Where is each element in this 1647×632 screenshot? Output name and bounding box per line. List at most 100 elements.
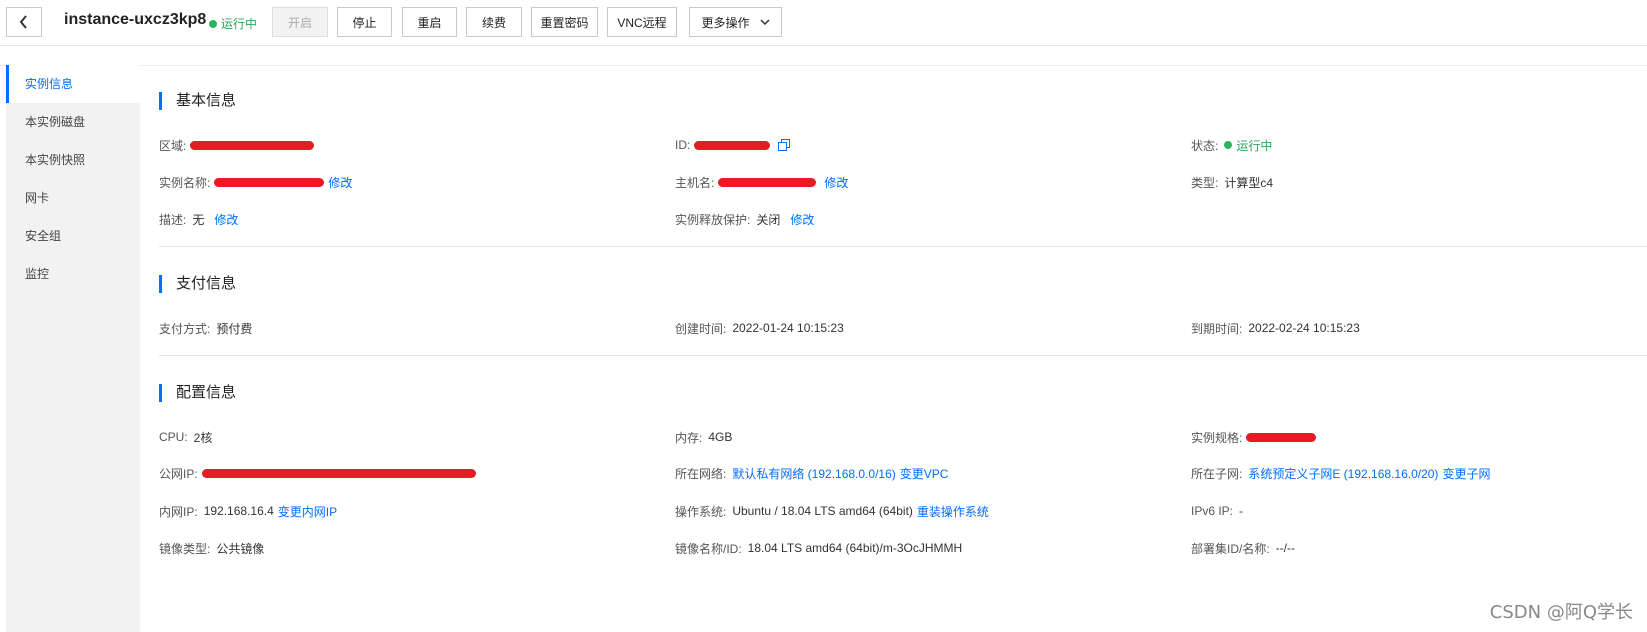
sidebar-item-security-group[interactable]: 安全组 xyxy=(6,217,140,255)
status-text: 运行中 xyxy=(221,17,258,31)
deploy-set-value: --/-- xyxy=(1275,541,1295,555)
subnet-label: 所在子网: xyxy=(1191,466,1243,481)
field-state: 状态: 运行中 xyxy=(1191,136,1272,154)
ipv6-value: - xyxy=(1239,504,1244,518)
deploy-set-label: 部署集ID/名称: xyxy=(1191,541,1270,556)
cpu-label: CPU: xyxy=(159,430,188,444)
section-title-config: 配置信息 xyxy=(159,384,236,402)
network-link[interactable]: 默认私有网络 (192.168.0.0/16) xyxy=(732,465,895,482)
id-label: ID: xyxy=(675,138,691,152)
subnet-link[interactable]: 系统预定义子网E (192.168.16.0/20) xyxy=(1248,465,1438,482)
field-hostname: 主机名: 修改 xyxy=(675,173,848,191)
region-label: 区域: xyxy=(159,138,187,153)
status-dot-icon xyxy=(209,19,217,28)
sidebar-item-nic[interactable]: 网卡 xyxy=(6,179,140,217)
vnc-button[interactable]: VNC远程 xyxy=(607,7,677,37)
edit-release-protection-link[interactable]: 修改 xyxy=(790,211,814,228)
release-protection-label: 实例释放保护: xyxy=(675,212,751,227)
expire-time-label: 到期时间: xyxy=(1191,321,1243,336)
instance-spec-label: 实例规格: xyxy=(1191,430,1243,445)
field-payment-method: 支付方式: 预付费 xyxy=(159,319,252,337)
private-ip-label: 内网IP: xyxy=(159,504,198,519)
field-type: 类型: 计算型c4 xyxy=(1191,173,1273,191)
private-ip-value: 192.168.16.4 xyxy=(203,504,274,518)
hostname-label: 主机名: xyxy=(675,175,715,190)
os-value: Ubuntu / 18.04 LTS amd64 (64bit) xyxy=(732,504,913,518)
image-name-label: 镜像名称/ID: xyxy=(675,541,742,556)
image-type-label: 镜像类型: xyxy=(159,541,211,556)
field-network: 所在网络: 默认私有网络 (192.168.0.0/16) 变更VPC xyxy=(675,464,948,482)
state-text: 运行中 xyxy=(1236,138,1273,153)
chevron-down-icon xyxy=(759,19,770,25)
description-value: 无 xyxy=(192,212,205,227)
cpu-value: 2核 xyxy=(193,430,213,445)
renew-button[interactable]: 续费 xyxy=(466,7,522,37)
reset-password-button[interactable]: 重置密码 xyxy=(531,7,598,37)
field-description: 描述: 无 修改 xyxy=(159,210,238,228)
os-label: 操作系统: xyxy=(675,504,727,519)
field-os: 操作系统: Ubuntu / 18.04 LTS amd64 (64bit) 重… xyxy=(675,502,989,520)
section-title-payment: 支付信息 xyxy=(159,275,236,293)
change-private-ip-link[interactable]: 变更内网IP xyxy=(278,503,337,520)
field-private-ip: 内网IP: 192.168.16.4 变更内网IP xyxy=(159,502,337,520)
restart-button[interactable]: 重启 xyxy=(402,7,457,37)
section-divider xyxy=(159,355,1647,356)
payment-method-label: 支付方式: xyxy=(159,321,211,336)
redacted-region xyxy=(190,140,315,150)
field-region: 区域: xyxy=(159,136,315,154)
stop-button[interactable]: 停止 xyxy=(337,7,392,37)
field-image-type: 镜像类型: 公共镜像 xyxy=(159,539,264,557)
reinstall-os-link[interactable]: 重装操作系统 xyxy=(917,503,989,520)
edit-name-link[interactable]: 修改 xyxy=(328,174,352,191)
field-public-ip: 公网IP: xyxy=(159,464,476,482)
copy-icon[interactable] xyxy=(778,139,791,151)
image-type-value: 公共镜像 xyxy=(216,541,265,556)
header-divider xyxy=(0,65,1647,66)
type-label: 类型: xyxy=(1191,175,1219,190)
state-value: 运行中 xyxy=(1224,137,1272,154)
back-button[interactable] xyxy=(6,7,42,37)
field-memory: 内存: 4GB xyxy=(675,428,732,446)
field-instance-spec: 实例规格: xyxy=(1191,428,1317,446)
memory-value: 4GB xyxy=(708,430,733,444)
created-time-label: 创建时间: xyxy=(675,321,727,336)
public-ip-label: 公网IP: xyxy=(159,466,198,481)
chevron-left-icon xyxy=(19,15,27,29)
created-time-value: 2022-01-24 10:15:23 xyxy=(732,321,844,335)
instance-name-label: 实例名称: xyxy=(159,175,211,190)
sidebar: 实例信息 本实例磁盘 本实例快照 网卡 安全组 监控 xyxy=(6,65,140,632)
field-image-name: 镜像名称/ID: 18.04 LTS amd64 (64bit)/m-3OcJH… xyxy=(675,539,962,557)
status-badge: 运行中 xyxy=(209,15,257,32)
field-subnet: 所在子网: 系统预定义子网E (192.168.16.0/20) 变更子网 xyxy=(1191,464,1490,482)
redacted-instance-name xyxy=(214,177,325,187)
redacted-instance-spec xyxy=(1246,432,1317,442)
change-vpc-link[interactable]: 变更VPC xyxy=(900,465,949,482)
field-created-time: 创建时间: 2022-01-24 10:15:23 xyxy=(675,319,844,337)
change-subnet-link[interactable]: 变更子网 xyxy=(1442,465,1490,482)
field-instance-name: 实例名称: 修改 xyxy=(159,173,352,191)
description-label: 描述: xyxy=(159,212,187,227)
field-cpu: CPU: 2核 xyxy=(159,428,212,446)
sidebar-item-instance-info[interactable]: 实例信息 xyxy=(6,65,140,103)
field-ipv6: IPv6 IP: - xyxy=(1191,502,1243,520)
watermark: CSDN @阿Q学长 xyxy=(1489,602,1633,623)
redacted-hostname xyxy=(718,177,817,187)
start-button[interactable]: 开启 xyxy=(272,7,328,37)
ipv6-label: IPv6 IP: xyxy=(1191,504,1234,518)
sidebar-item-monitoring[interactable]: 监控 xyxy=(6,255,140,293)
instance-title: instance-uxcz3kp8 xyxy=(64,11,207,28)
edit-hostname-link[interactable]: 修改 xyxy=(824,174,848,191)
field-release-protection: 实例释放保护: 关闭 修改 xyxy=(675,210,814,228)
section-title-basic: 基本信息 xyxy=(159,92,236,110)
type-value: 计算型c4 xyxy=(1224,175,1274,190)
status-dot-icon xyxy=(1224,141,1233,149)
network-label: 所在网络: xyxy=(675,466,727,481)
more-actions-dropdown[interactable]: 更多操作 xyxy=(689,7,782,37)
image-name-value: 18.04 LTS amd64 (64bit)/m-3OcJHMMH xyxy=(747,541,963,555)
expire-time-value: 2022-02-24 10:15:23 xyxy=(1248,321,1360,335)
edit-description-link[interactable]: 修改 xyxy=(214,211,238,228)
sidebar-item-snapshots[interactable]: 本实例快照 xyxy=(6,141,140,179)
memory-label: 内存: xyxy=(675,430,703,445)
sidebar-item-disks[interactable]: 本实例磁盘 xyxy=(6,103,140,141)
redacted-id xyxy=(694,140,771,150)
